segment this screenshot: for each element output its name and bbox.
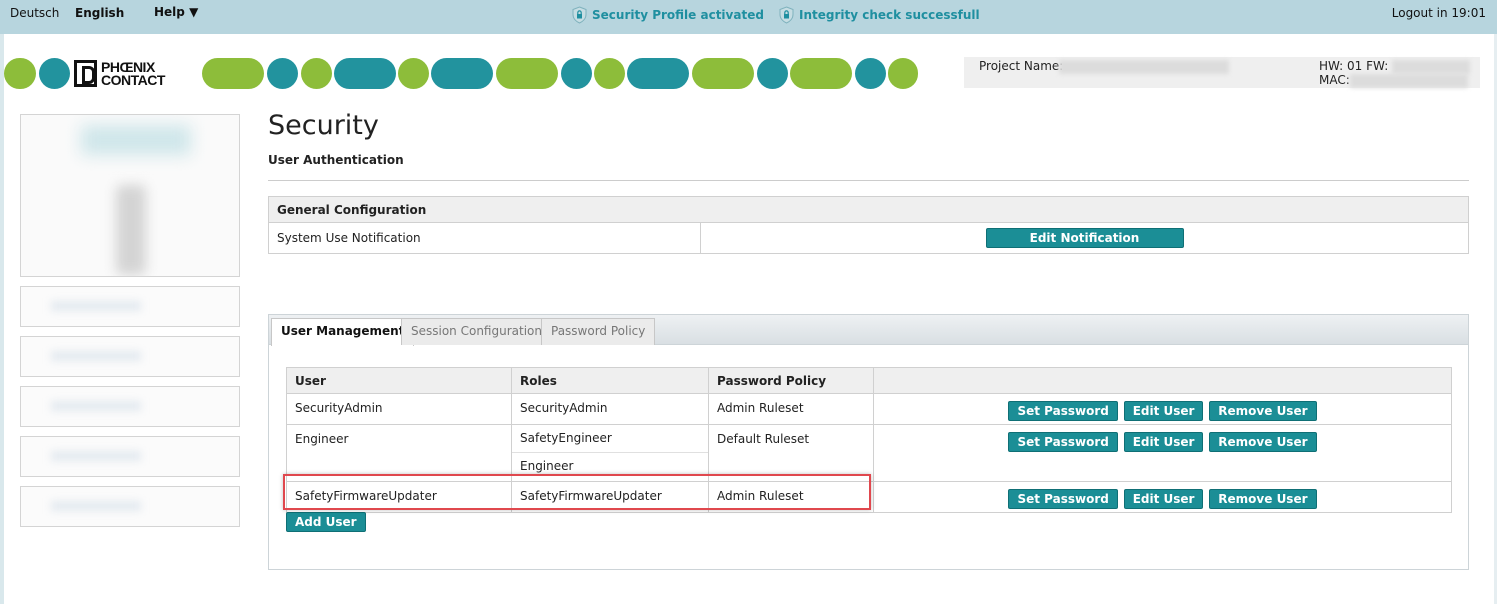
- project-name-label: Project Name:: [979, 59, 1064, 73]
- tab-password-policy[interactable]: Password Policy: [541, 318, 656, 345]
- brand-pill: [692, 58, 754, 89]
- system-use-notification-label: System Use Notification: [268, 222, 701, 254]
- help-menu[interactable]: Help ▼: [154, 5, 198, 19]
- logo-mark-icon: [74, 60, 97, 87]
- sidebar-item[interactable]: [20, 486, 240, 527]
- brand-pill: [301, 58, 332, 89]
- brand-pill: [202, 58, 264, 89]
- brand-pill: [855, 58, 886, 89]
- sidebar-item[interactable]: [20, 336, 240, 377]
- users-table: User Roles Password Policy SecurityAdmin…: [286, 367, 1452, 513]
- roles-cell: SafetyFirmwareUpdater: [511, 481, 709, 513]
- table-row: SecurityAdmin SecurityAdmin Admin Rulese…: [286, 393, 1452, 425]
- mac-label: MAC:: [1319, 73, 1350, 87]
- set-password-button[interactable]: Set Password: [1008, 432, 1118, 452]
- brand-pill: [561, 58, 592, 89]
- user-management-panel: User Management Session Configuration Pa…: [268, 314, 1469, 570]
- column-header-roles: Roles: [511, 367, 709, 394]
- security-profile-status: Security Profile activated: [571, 6, 764, 24]
- shield-lock-icon: [779, 6, 794, 24]
- device-info-box: Project Name: HW: 01 FW: MAC:: [964, 57, 1480, 88]
- brand-pill: [757, 58, 788, 89]
- brand-pill: [496, 58, 558, 89]
- policy-cell: Default Ruleset: [708, 424, 874, 482]
- edit-notification-button[interactable]: Edit Notification: [985, 228, 1184, 248]
- sidebar-item[interactable]: [20, 386, 240, 427]
- brand-pill: [334, 58, 396, 89]
- brand-strip: PHŒNIX CONTACT: [4, 58, 924, 90]
- column-header-user: User: [286, 367, 512, 394]
- main-content: Security User Authentication General Con…: [268, 106, 1469, 254]
- language-deutsch-link[interactable]: Deutsch: [10, 6, 59, 20]
- user-cell: SafetyFirmwareUpdater: [286, 481, 512, 513]
- sidebar: [20, 114, 240, 527]
- page-title: Security: [268, 110, 379, 141]
- sidebar-item[interactable]: [20, 286, 240, 327]
- column-header-actions: [873, 367, 1452, 394]
- tab-user-management[interactable]: User Management: [271, 318, 415, 346]
- add-user-button[interactable]: Add User: [286, 512, 366, 532]
- edit-user-button[interactable]: Edit User: [1123, 401, 1204, 421]
- actions-cell: Set Password Edit User Remove User: [873, 393, 1452, 425]
- logo-text-line2: CONTACT: [101, 71, 165, 88]
- sidebar-item[interactable]: [20, 436, 240, 477]
- role-entry: Engineer: [520, 459, 574, 473]
- set-password-button[interactable]: Set Password: [1008, 489, 1118, 509]
- table-row: SafetyFirmwareUpdater SafetyFirmwareUpda…: [286, 481, 1452, 513]
- logout-link[interactable]: Logout in 19:01: [1392, 6, 1486, 20]
- redacted-value: [1059, 60, 1229, 74]
- role-entry: SafetyEngineer: [512, 425, 708, 453]
- remove-user-button[interactable]: Remove User: [1209, 401, 1317, 421]
- edit-user-button[interactable]: Edit User: [1123, 489, 1204, 509]
- add-user-wrapper: Add User: [286, 512, 366, 532]
- page-border: [0, 34, 4, 604]
- brand-pill: [431, 58, 493, 89]
- brand-pill: [888, 58, 918, 89]
- roles-cell: SecurityAdmin: [511, 393, 709, 425]
- integrity-check-status: Integrity check successfull: [778, 6, 980, 24]
- hw-fw-label: HW: 01 FW:: [1319, 59, 1389, 73]
- section-subtitle: User Authentication: [268, 153, 404, 167]
- security-profile-text: Security Profile activated: [592, 8, 764, 22]
- edit-user-button[interactable]: Edit User: [1123, 432, 1204, 452]
- user-cell: SecurityAdmin: [286, 393, 512, 425]
- user-cell: Engineer: [286, 424, 512, 482]
- phoenix-contact-logo: PHŒNIX CONTACT: [74, 58, 200, 89]
- column-header-password-policy: Password Policy: [708, 367, 874, 394]
- roles-cell: SafetyEngineer Engineer: [511, 424, 709, 482]
- shield-lock-icon: [572, 6, 587, 24]
- remove-user-button[interactable]: Remove User: [1209, 489, 1317, 509]
- tab-session-configuration[interactable]: Session Configuration: [401, 318, 552, 345]
- brand-pill: [627, 58, 689, 89]
- actions-cell: Set Password Edit User Remove User: [873, 424, 1452, 482]
- policy-cell: Admin Ruleset: [708, 481, 874, 513]
- actions-cell: Set Password Edit User Remove User: [873, 481, 1452, 513]
- remove-user-button[interactable]: Remove User: [1209, 432, 1317, 452]
- device-image: [20, 114, 240, 277]
- integrity-check-text: Integrity check successfull: [799, 8, 980, 22]
- set-password-button[interactable]: Set Password: [1008, 401, 1118, 421]
- brand-pill: [790, 58, 852, 89]
- tab-strip: User Management Session Configuration Pa…: [269, 315, 1468, 346]
- brand-pill: [39, 58, 70, 89]
- table-row: Engineer SafetyEngineer Engineer Default…: [286, 424, 1452, 482]
- policy-cell: Admin Ruleset: [708, 393, 874, 425]
- brand-pill: [594, 58, 625, 89]
- redacted-value: [1350, 74, 1468, 88]
- general-configuration-table: General Configuration System Use Notific…: [268, 196, 1469, 254]
- top-bar: Deutsch English Help ▼ Security Profile …: [0, 0, 1497, 34]
- divider: [268, 180, 1469, 181]
- brand-pill: [4, 58, 36, 89]
- brand-pill: [267, 58, 298, 89]
- brand-pill: [398, 58, 429, 89]
- language-english-link[interactable]: English: [75, 6, 124, 20]
- redacted-value: [1392, 60, 1470, 74]
- general-config-header: General Configuration: [268, 196, 1469, 223]
